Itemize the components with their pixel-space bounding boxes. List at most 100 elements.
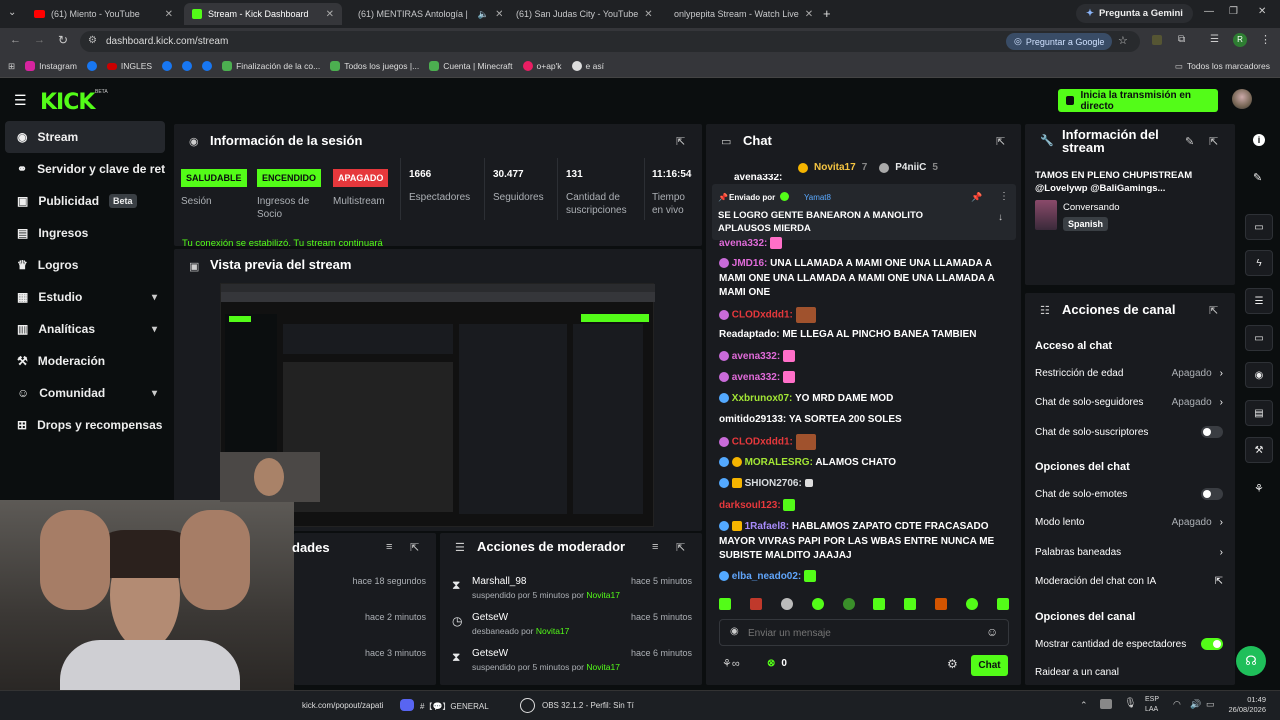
tab-search-icon[interactable]: ⌄ <box>8 7 16 18</box>
send-chat-button[interactable]: Chat <box>971 655 1008 676</box>
setting-raid[interactable]: Raidear a un canal <box>1035 667 1223 678</box>
pencil-icon[interactable]: ✎ <box>1253 171 1262 184</box>
bookmark-ingles[interactable]: INGLES <box>106 61 152 71</box>
extensions-puzzle-icon[interactable]: ⧉ <box>1178 34 1185 45</box>
emote-button[interactable] <box>966 598 978 610</box>
share-icon[interactable]: ⚘ <box>1254 482 1264 495</box>
emotes-only-toggle[interactable] <box>1201 488 1223 500</box>
setting-followers-only[interactable]: Chat de solo-seguidores Apagado › <box>1035 397 1223 408</box>
emote-button[interactable] <box>842 598 855 610</box>
taskbar-item-browser[interactable]: kick.com/popout/zapati <box>302 701 383 710</box>
hamburger-menu-icon[interactable]: ☰ <box>14 92 27 109</box>
rail-button-wrench[interactable]: ⚒ <box>1245 437 1273 463</box>
rail-button-chat[interactable]: ▭ <box>1245 325 1273 351</box>
url-field[interactable]: ⚙ dashboard.kick.com/stream <box>80 31 1140 52</box>
chat-settings-gear-icon[interactable]: ⚙ <box>947 657 958 671</box>
kick-logo[interactable]: KICK <box>40 90 95 115</box>
tab-onlypepita[interactable]: onlypepita Stream - Watch Live ✕ <box>660 3 815 25</box>
sidebar-item-server-key[interactable]: ⚭Servidor y clave de retransmisión <box>5 153 165 185</box>
filter-icon[interactable]: ≡ <box>652 541 658 553</box>
subs-only-toggle[interactable] <box>1201 426 1223 438</box>
sidebar-item-stream[interactable]: ◉ Stream <box>5 121 165 153</box>
chat-tools-icon[interactable]: ⚘∞ <box>722 657 740 670</box>
tab-kick-dashboard[interactable]: Stream - Kick Dashboard ✕ <box>184 3 342 25</box>
taskbar-item-discord[interactable]: #【💬】GENERAL <box>420 701 489 712</box>
filter-icon[interactable]: ≡ <box>386 541 392 553</box>
ask-google-button[interactable]: ◎ Preguntar a Google <box>1006 33 1113 50</box>
wifi-icon[interactable]: ◠ <box>1173 699 1181 710</box>
bookmark-star-icon[interactable]: ☆ <box>1118 34 1128 47</box>
volume-icon[interactable]: 🔊 <box>1190 699 1201 710</box>
tab-mentiras[interactable]: (61) MENTIRAS Antología | 🔈 ✕ <box>344 3 502 25</box>
unpin-icon[interactable]: 📌 <box>971 192 982 203</box>
rail-button-list[interactable]: ☰ <box>1245 288 1273 314</box>
close-tab-icon[interactable]: ✕ <box>165 9 173 20</box>
media-icon[interactable]: ☰ <box>1210 34 1219 45</box>
category-name[interactable]: Conversando <box>1063 202 1120 213</box>
go-live-button[interactable]: Inicia la transmisión en directo <box>1058 89 1218 112</box>
browser-menu-icon[interactable]: ⋮ <box>1260 33 1271 46</box>
apps-grid-icon[interactable]: ⊞ <box>8 61 15 72</box>
new-tab-button[interactable]: + <box>823 6 831 21</box>
emote-button[interactable] <box>935 598 948 610</box>
pinned-username[interactable]: Yamat8 <box>804 193 831 202</box>
bookmark-facebook-2[interactable] <box>162 61 173 71</box>
popout-icon[interactable]: ⇱ <box>1209 304 1218 317</box>
info-icon[interactable]: i <box>1253 134 1265 146</box>
sidebar-item-analytics[interactable]: ▥ Analíticas ▾ <box>5 313 165 345</box>
popout-icon[interactable]: ⇱ <box>676 541 685 554</box>
maximize-icon[interactable]: ❐ <box>1229 6 1238 17</box>
setting-age-restriction[interactable]: Restricción de edad Apagado › <box>1035 368 1223 379</box>
bookmark-oapk[interactable]: o+ap'k <box>522 61 562 71</box>
collapse-arrow-icon[interactable]: ↓ <box>998 212 1003 223</box>
setting-banned-words[interactable]: Palabras baneadas › <box>1035 547 1223 558</box>
site-info-icon[interactable]: ⚙ <box>88 35 97 46</box>
extension-icon[interactable] <box>1152 35 1162 45</box>
all-bookmarks[interactable]: ▭ Todos los marcadores <box>1175 61 1270 72</box>
speaker-icon[interactable]: 🔈 <box>478 9 489 20</box>
minimize-icon[interactable]: — <box>1204 6 1214 17</box>
rail-button-screen[interactable]: ▭ <box>1245 214 1273 240</box>
close-tab-icon[interactable]: ✕ <box>805 9 813 20</box>
clock[interactable]: 01:49 26/08/2026 <box>1226 695 1266 715</box>
chat-input[interactable]: ◉ ☺ <box>719 619 1009 646</box>
tray-arrow-icon[interactable]: ⌃ <box>1080 700 1088 711</box>
sidebar-item-ads[interactable]: ▣ Publicidad Beta <box>5 185 165 217</box>
microphone-icon[interactable]: 🎙 <box>1124 698 1137 709</box>
sidebar-item-community[interactable]: ☺ Comunidad ▾ <box>5 377 165 409</box>
discord-icon[interactable] <box>400 699 414 711</box>
close-tab-icon[interactable]: ✕ <box>644 9 652 20</box>
emoji-picker-icon[interactable]: ☺ <box>986 625 998 639</box>
emote-button[interactable] <box>719 598 731 610</box>
close-tab-icon[interactable]: ✕ <box>495 9 502 20</box>
bookmark-finalizacion[interactable]: Finalización de la co... <box>222 61 320 71</box>
bookmark-facebook[interactable] <box>86 61 97 71</box>
bookmark-juegos[interactable]: Todos los juegos |... <box>330 61 419 71</box>
bookmark-facebook-4[interactable] <box>202 61 213 71</box>
sidebar-item-drops[interactable]: ⊞ Drops y recompensas <box>5 409 165 441</box>
sidebar-item-moderation[interactable]: ⚒ Moderación <box>5 345 165 377</box>
popout-icon[interactable]: ⇱ <box>996 135 1005 148</box>
emote-button[interactable] <box>749 598 762 610</box>
back-icon[interactable]: ← <box>10 34 21 46</box>
edit-pencil-icon[interactable]: ✎ <box>1185 135 1194 148</box>
setting-ai-moderation[interactable]: Moderación del chat con IA ⇱ <box>1035 576 1223 587</box>
gemini-button[interactable]: ✦ Pregunta a Gemini <box>1076 4 1193 23</box>
emote-button[interactable] <box>904 598 917 610</box>
tab-san-judas[interactable]: (61) San Judas City - YouTube ✕ <box>502 3 657 25</box>
obs-icon[interactable] <box>520 698 535 713</box>
chat-username[interactable]: avena332: <box>734 174 782 182</box>
emote-button[interactable] <box>873 598 886 610</box>
window-close-icon[interactable]: ✕ <box>1258 6 1266 17</box>
more-icon[interactable]: ⋮ <box>999 191 1009 202</box>
bookmark-facebook-3[interactable] <box>182 61 193 71</box>
sidebar-item-revenue[interactable]: ▤ Ingresos <box>5 217 165 249</box>
sidebar-item-achievements[interactable]: ♛ Logros <box>5 249 165 281</box>
emote-button[interactable] <box>811 598 824 610</box>
bookmark-e-asi[interactable]: e así <box>571 61 604 71</box>
user-avatar[interactable] <box>1232 89 1252 109</box>
rail-button-lightning[interactable]: ϟ <box>1245 250 1273 276</box>
chat-message-field[interactable] <box>748 624 978 642</box>
profile-avatar[interactable]: R <box>1233 33 1247 47</box>
sidebar-item-studio[interactable]: ▦ Estudio ▾ <box>5 281 165 313</box>
